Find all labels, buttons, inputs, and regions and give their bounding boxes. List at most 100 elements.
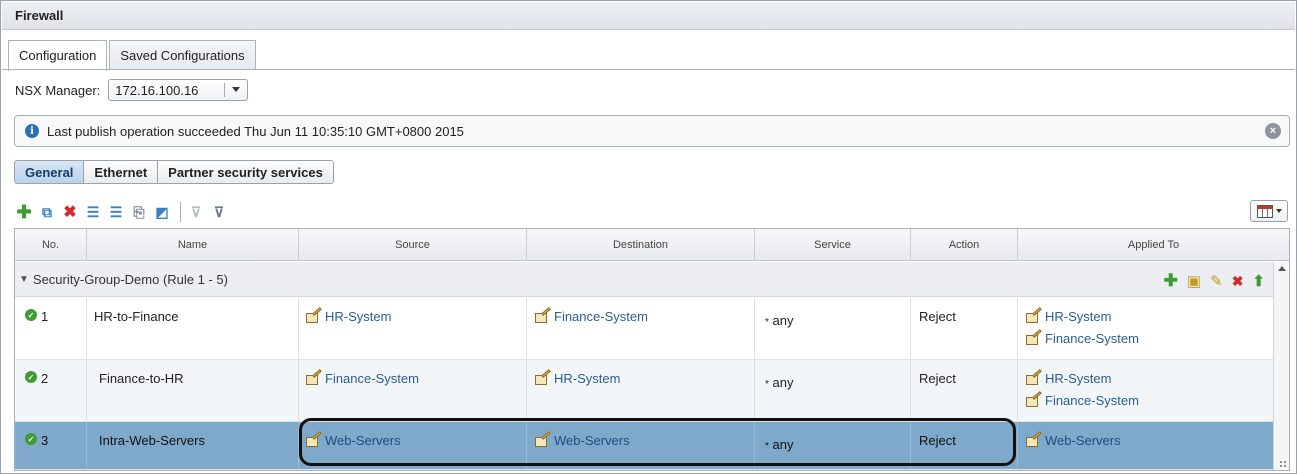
chevron-down-icon — [1275, 209, 1282, 213]
panel-title: Firewall — [2, 2, 1295, 30]
security-group-icon — [306, 369, 322, 385]
enabled-check-icon[interactable]: ✓ — [25, 371, 37, 383]
nsx-manager-select[interactable]: 172.16.100.16 — [108, 79, 249, 101]
cell-applied-to[interactable]: HR-System Finance-System — [1018, 360, 1273, 421]
paste-rule-icon[interactable]: ⎘ — [129, 202, 149, 222]
delete-section-icon[interactable]: ✖ — [1232, 273, 1244, 290]
object-link[interactable]: Finance-System — [1026, 391, 1273, 408]
object-link[interactable]: Finance-System — [1026, 329, 1273, 346]
object-label: Finance-System — [554, 309, 648, 324]
cell-name[interactable]: Intra-Web-Servers — [87, 422, 299, 469]
section-label: Security-Group-Demo (Rule 1 - 5) — [32, 271, 228, 287]
tab-configuration[interactable]: Configuration — [8, 40, 108, 71]
cell-source[interactable]: Web-Servers — [299, 422, 527, 469]
object-label: Finance-System — [1045, 393, 1139, 408]
rule-number: 1 — [41, 309, 49, 324]
resize-grip-icon[interactable] — [1279, 460, 1287, 468]
column-header-action[interactable]: Action — [911, 229, 1018, 261]
object-label: Finance-System — [325, 371, 419, 386]
object-label: HR-System — [1045, 371, 1112, 386]
object-label: HR-System — [1045, 309, 1112, 324]
add-rule-icon[interactable]: ✚ — [14, 202, 34, 222]
column-header-destination[interactable]: Destination — [527, 229, 755, 261]
cell-service[interactable]: * any — [755, 422, 911, 469]
cell-applied-to[interactable]: Web-Servers — [1018, 422, 1273, 469]
expand-triangle-icon[interactable]: ▼ — [19, 274, 29, 285]
export-icon[interactable]: ◩ — [152, 202, 172, 222]
security-group-icon — [1026, 307, 1042, 323]
cell-applied-to[interactable]: HR-System Finance-System — [1018, 298, 1273, 359]
security-group-icon — [1026, 431, 1042, 447]
column-header-no[interactable]: No. — [15, 229, 87, 261]
security-group-icon — [1026, 391, 1042, 407]
object-link[interactable]: Web-Servers — [306, 431, 526, 448]
object-link[interactable]: HR-System — [1026, 307, 1273, 324]
service-label: any — [772, 313, 794, 328]
edit-icon[interactable]: ✎ — [1210, 272, 1223, 290]
tab-ethernet[interactable]: Ethernet — [84, 161, 159, 183]
object-link[interactable]: HR-System — [306, 307, 526, 324]
cell-destination[interactable]: Finance-System — [527, 298, 755, 359]
cell-source[interactable]: HR-System — [299, 298, 527, 359]
column-header-applied-to[interactable]: Applied To — [1018, 229, 1289, 261]
filter-icon[interactable]: ⊽ — [209, 202, 229, 222]
tab-saved-configurations[interactable]: Saved Configurations — [109, 40, 256, 70]
cell-destination[interactable]: HR-System — [527, 360, 755, 421]
vertical-scrollbar[interactable] — [1273, 262, 1289, 470]
copy-rule-icon[interactable]: ⧉ — [37, 202, 57, 222]
object-link[interactable]: HR-System — [535, 369, 754, 386]
asterisk-icon: * — [765, 379, 769, 390]
column-header-service[interactable]: Service — [755, 229, 911, 261]
cell-name[interactable]: HR-to-Finance — [87, 298, 299, 359]
rule-number: 2 — [41, 371, 49, 386]
rule-number: 3 — [41, 433, 49, 448]
table-columns-icon — [1256, 204, 1273, 218]
delete-rule-icon[interactable]: ✖ — [60, 202, 80, 222]
cell-action[interactable]: Reject — [911, 422, 1018, 469]
security-group-icon — [1026, 329, 1042, 345]
object-link[interactable]: Finance-System — [306, 369, 526, 386]
object-link[interactable]: Web-Servers — [1026, 431, 1273, 448]
object-link[interactable]: Finance-System — [535, 307, 754, 324]
object-link[interactable]: HR-System — [1026, 369, 1273, 386]
security-group-icon — [306, 307, 322, 323]
object-label: Finance-System — [1045, 331, 1139, 346]
service-label: any — [772, 375, 794, 390]
table-row-selected[interactable]: ✓ 3 Intra-Web-Servers Web-Servers Web-Se… — [15, 422, 1273, 470]
table-row[interactable]: ✓ 1 HR-to-Finance HR-System Finance-Syst… — [15, 298, 1273, 360]
cell-service[interactable]: * any — [755, 360, 911, 421]
move-down-icon[interactable]: ☰ — [106, 202, 126, 222]
move-up-icon[interactable]: ☰ — [83, 202, 103, 222]
close-icon[interactable]: × — [1265, 123, 1281, 139]
object-label: HR-System — [554, 371, 621, 386]
section-row[interactable]: ▼ Security-Group-Demo (Rule 1 - 5) ✚ ▣ ✎… — [15, 262, 1273, 297]
cell-name[interactable]: Finance-to-HR — [87, 360, 299, 421]
object-link[interactable]: Web-Servers — [535, 431, 754, 448]
enabled-check-icon[interactable]: ✓ — [25, 309, 37, 321]
nsx-manager-label: NSX Manager: — [15, 82, 101, 98]
table-row[interactable]: ✓ 2 Finance-to-HR Finance-System HR-Syst… — [15, 360, 1273, 422]
clear-filter-icon[interactable]: ⊽ — [186, 202, 206, 222]
select-separator — [224, 83, 226, 97]
security-group-icon — [535, 369, 551, 385]
security-group-icon — [535, 431, 551, 447]
cell-action[interactable]: Reject — [911, 360, 1018, 421]
scroll-up-icon[interactable] — [1278, 266, 1286, 271]
cell-action[interactable]: Reject — [911, 298, 1018, 359]
toolbar-separator — [180, 202, 181, 222]
firewall-rules-table: No. Name Source Destination Service Acti… — [14, 228, 1290, 471]
cell-service[interactable]: * any — [755, 298, 911, 359]
column-header-source[interactable]: Source — [299, 229, 527, 261]
add-rule-icon[interactable]: ✚ — [1164, 271, 1178, 291]
cell-destination[interactable]: Web-Servers — [527, 422, 755, 469]
object-label: Web-Servers — [554, 433, 630, 448]
column-chooser-button[interactable] — [1250, 200, 1288, 222]
firewall-panel: Firewall Configuration Saved Configurati… — [0, 0, 1297, 474]
add-section-icon[interactable]: ▣ — [1187, 272, 1201, 290]
tab-general[interactable]: General — [15, 161, 85, 183]
column-header-name[interactable]: Name — [87, 229, 299, 261]
cell-source[interactable]: Finance-System — [299, 360, 527, 421]
tab-partner-security-services[interactable]: Partner security services — [158, 161, 333, 183]
move-section-up-icon[interactable]: ⬆ — [1252, 272, 1265, 290]
enabled-check-icon[interactable]: ✓ — [25, 433, 37, 445]
